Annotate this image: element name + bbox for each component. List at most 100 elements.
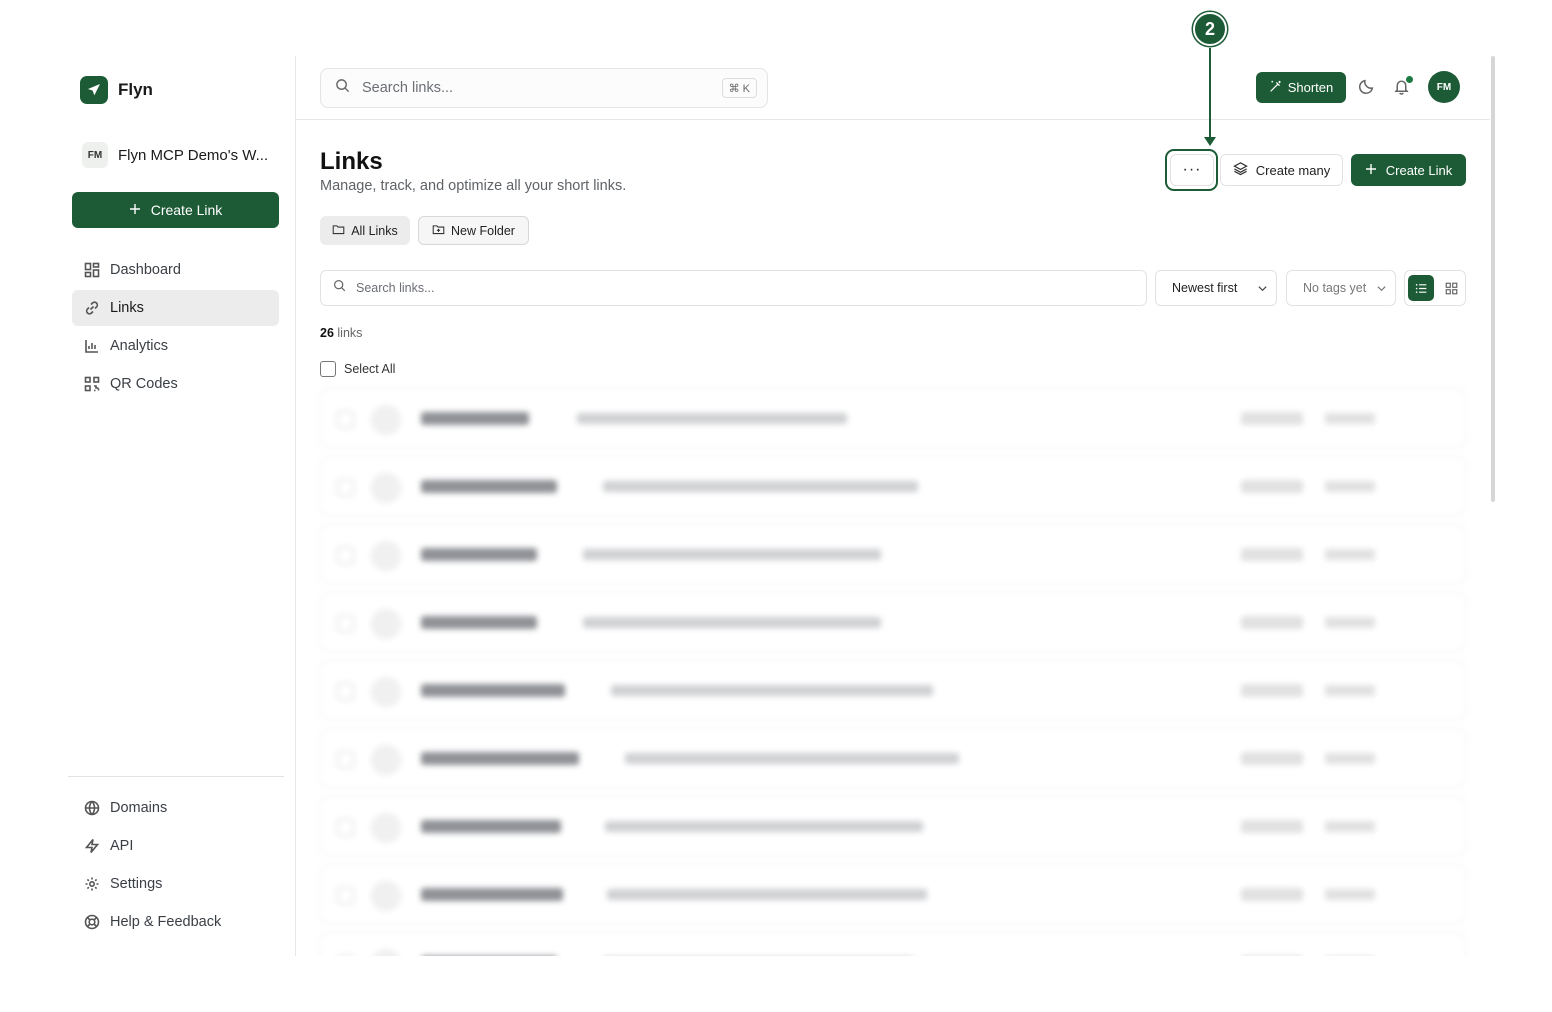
link-row[interactable]	[320, 728, 1466, 788]
create-many-button[interactable]: Create many	[1220, 154, 1343, 186]
sidebar-item-help-feedback[interactable]: Help & Feedback	[72, 904, 279, 940]
workspace-switcher[interactable]: FM Flyn MCP Demo's W...	[82, 142, 268, 168]
link-row[interactable]	[320, 524, 1466, 584]
sidebar-item-label: Analytics	[110, 338, 169, 354]
link-slug-redacted	[421, 888, 563, 901]
link-favicon	[371, 949, 401, 956]
sidebar-create-link-label: Create Link	[150, 202, 223, 218]
user-avatar[interactable]: FM	[1428, 71, 1460, 103]
page-title: Links	[320, 148, 383, 175]
folder-all-links[interactable]: All Links	[320, 216, 410, 245]
row-checkbox[interactable]	[337, 615, 354, 632]
link-row[interactable]	[320, 932, 1466, 956]
link-favicon	[371, 473, 401, 503]
link-date-redacted	[1325, 617, 1375, 628]
link-clicks-redacted	[1241, 548, 1303, 561]
globe-icon	[84, 800, 100, 816]
link-favicon	[371, 745, 401, 775]
app-window: Flyn FM Flyn MCP Demo's W... Create Link…	[0, 0, 1552, 1012]
sidebar-item-domains[interactable]: Domains	[72, 790, 279, 826]
row-checkbox[interactable]	[337, 887, 354, 904]
row-checkbox[interactable]	[337, 547, 354, 564]
links-search-input[interactable]: Search links...	[320, 270, 1147, 306]
link-clicks-redacted	[1241, 684, 1303, 697]
create-link-button[interactable]: Create Link	[1351, 154, 1466, 186]
tags-filter-select[interactable]: No tags yet	[1286, 270, 1396, 306]
link-destination-redacted	[603, 481, 918, 492]
link-destination-redacted	[577, 413, 847, 424]
search-icon	[333, 279, 346, 297]
bar-chart-icon	[85, 340, 98, 353]
link-destination-redacted	[607, 889, 927, 900]
link-favicon	[371, 881, 401, 911]
brand[interactable]: Flyn	[80, 76, 153, 104]
link-destination-redacted	[583, 617, 881, 628]
paper-plane-icon	[80, 76, 108, 104]
folder-icon	[332, 223, 345, 239]
link-date-redacted	[1325, 753, 1375, 764]
new-folder-button[interactable]: New Folder	[418, 216, 529, 245]
create-link-label: Create Link	[1385, 162, 1453, 178]
link-clicks-redacted	[1241, 480, 1303, 493]
link-date-redacted	[1325, 413, 1375, 424]
link-row[interactable]	[320, 592, 1466, 652]
moon-icon[interactable]	[1358, 78, 1375, 100]
list-view-button[interactable]	[1408, 275, 1434, 301]
workspace-name: Flyn MCP Demo's W...	[118, 146, 269, 164]
row-checkbox[interactable]	[337, 479, 354, 496]
sidebar-item-label: Dashboard	[110, 262, 181, 278]
list-icon	[1415, 283, 1426, 293]
qr-code-icon	[84, 376, 100, 392]
row-checkbox[interactable]	[337, 683, 354, 700]
row-checkbox[interactable]	[337, 751, 354, 768]
grid-view-button[interactable]	[1438, 275, 1464, 301]
sidebar-item-analytics[interactable]: Analytics	[72, 328, 279, 364]
sort-select[interactable]: Newest first	[1155, 270, 1277, 306]
link-destination-redacted	[625, 753, 959, 764]
link-row[interactable]	[320, 796, 1466, 856]
links-search-placeholder: Search links...	[356, 281, 435, 295]
brand-name: Flyn	[118, 80, 153, 99]
sidebar-item-api[interactable]: API	[72, 828, 279, 864]
select-all[interactable]: Select All	[320, 361, 395, 377]
link-clicks-redacted	[1241, 752, 1303, 765]
link-row[interactable]	[320, 864, 1466, 924]
plus-icon	[1365, 163, 1377, 178]
link-row[interactable]	[320, 456, 1466, 516]
sidebar-item-label: Links	[110, 300, 144, 316]
scrollbar-thumb[interactable]	[1491, 56, 1495, 502]
global-search-input[interactable]: Search links... ⌘ K	[320, 68, 768, 108]
sidebar-divider	[68, 776, 284, 777]
row-checkbox[interactable]	[337, 955, 354, 956]
gear-icon	[85, 877, 99, 891]
main-content: Links Manage, track, and optimize all yo…	[296, 120, 1490, 956]
workspace-avatar: FM	[82, 142, 108, 168]
link-slug-redacted	[421, 480, 557, 493]
select-all-checkbox[interactable]	[320, 361, 336, 377]
link-destination-redacted	[583, 549, 881, 560]
link-favicon	[371, 677, 401, 707]
chevron-down-icon	[1376, 283, 1387, 297]
link-row[interactable]	[320, 388, 1466, 448]
grid-icon	[1445, 282, 1457, 294]
scrollbar[interactable]	[1490, 56, 1498, 956]
link-row[interactable]	[320, 660, 1466, 720]
sidebar-item-dashboard[interactable]: Dashboard	[72, 252, 279, 288]
search-shortcut-hint: ⌘ K	[721, 78, 757, 98]
row-checkbox[interactable]	[337, 819, 354, 836]
link-date-redacted	[1325, 889, 1375, 900]
link-favicon	[371, 609, 401, 639]
shorten-button[interactable]: Shorten	[1256, 72, 1346, 103]
notification-dot	[1406, 76, 1413, 83]
links-count: 26 links	[320, 326, 362, 340]
folder-all-label: All Links	[351, 223, 398, 238]
links-list	[320, 388, 1466, 956]
sidebar-item-links[interactable]: Links	[72, 290, 279, 326]
sidebar-create-link-button[interactable]: Create Link	[72, 192, 279, 228]
link-clicks-redacted	[1241, 616, 1303, 629]
link-slug-redacted	[421, 616, 537, 629]
view-toggle	[1404, 270, 1466, 306]
sidebar-item-settings[interactable]: Settings	[72, 866, 279, 902]
sidebar-item-qr-codes[interactable]: QR Codes	[72, 366, 279, 402]
row-checkbox[interactable]	[337, 411, 354, 428]
